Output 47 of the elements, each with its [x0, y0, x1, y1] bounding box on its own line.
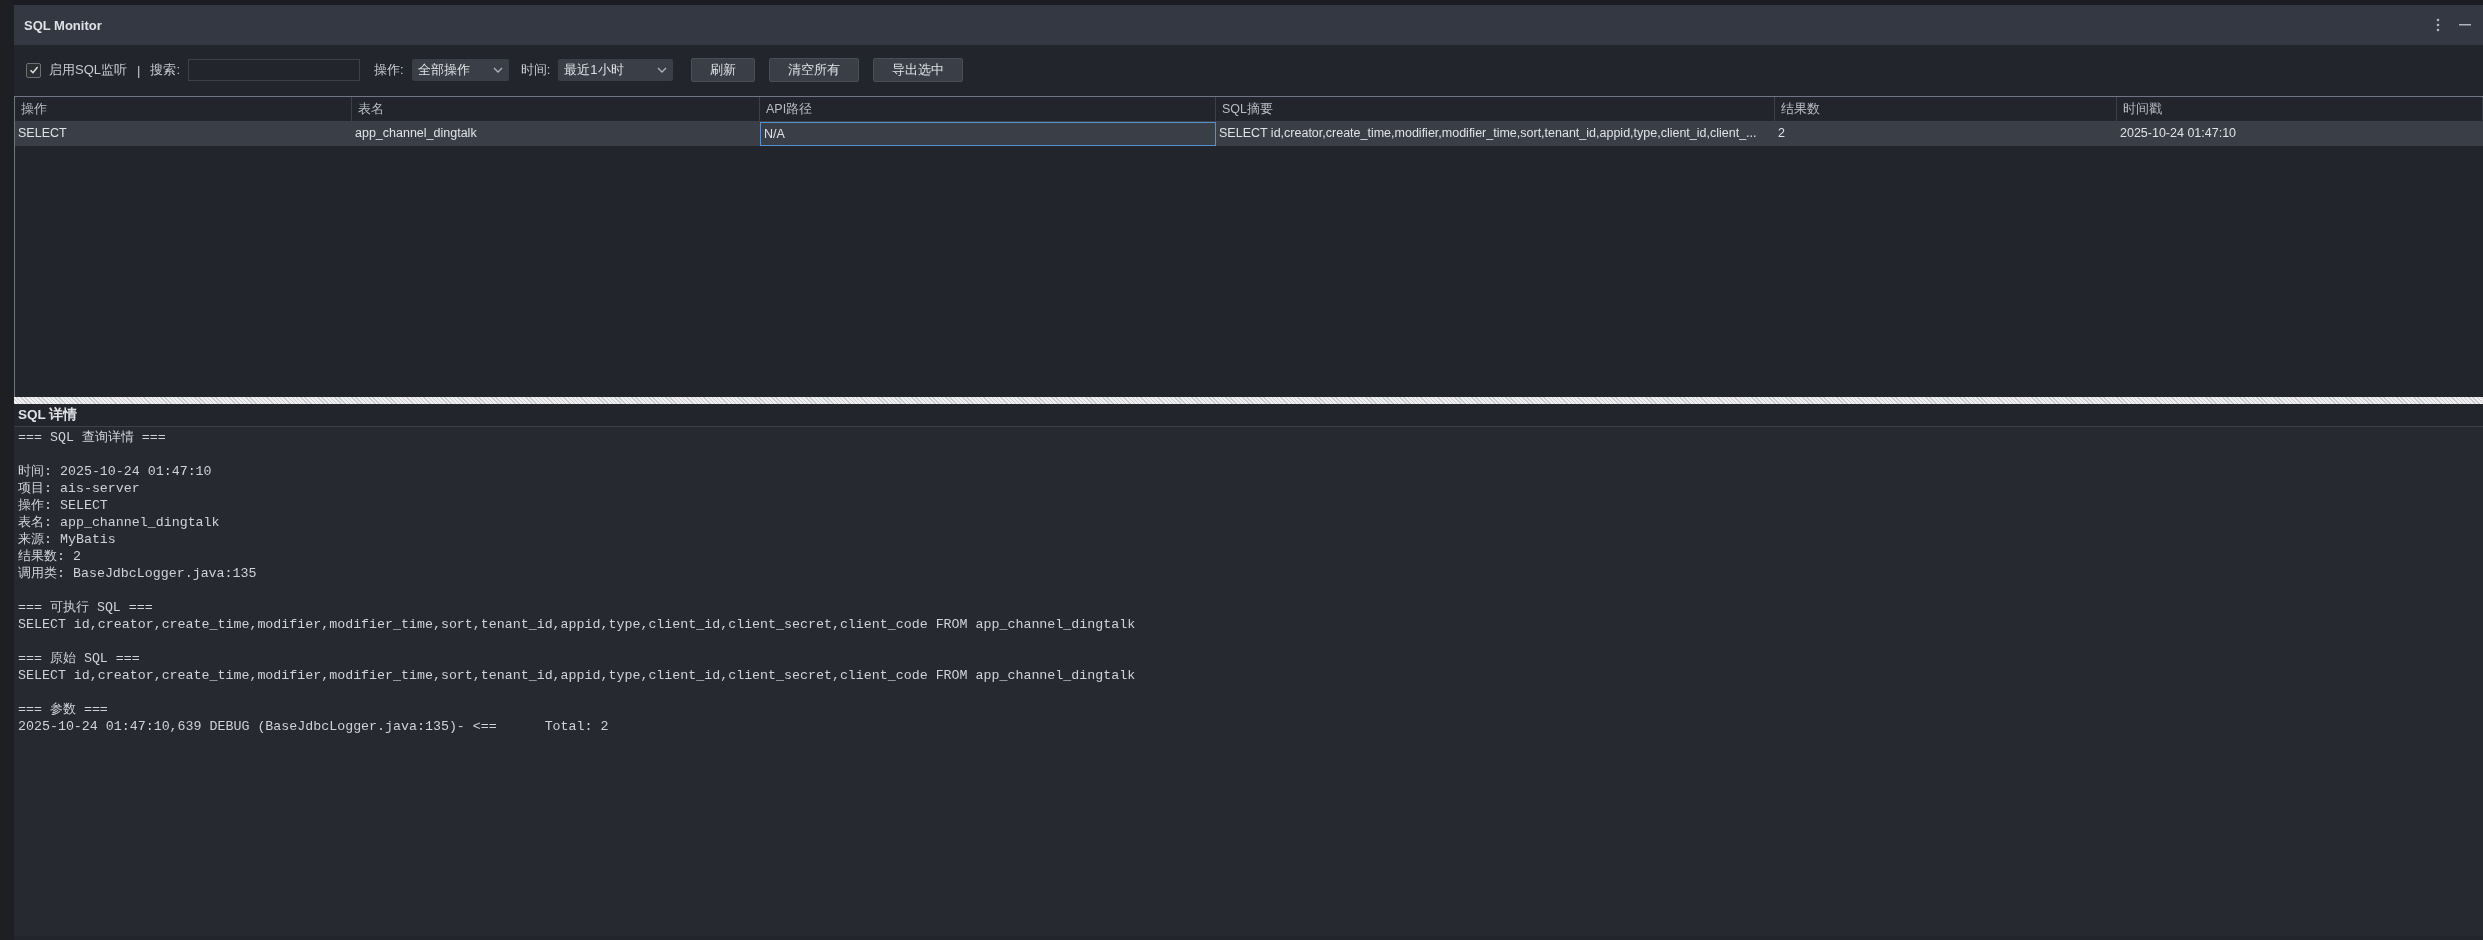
details-line: 2025-10-24 01:47:10,639 DEBUG (BaseJdbcLogger.java:135)- <== Total: 2 — [18, 718, 610, 735]
details-line: SELECT id,creator,create_time,modifier,modifier_time,sort,tenant_id,appid,type,client_id,client_secret,client_code FROM app_channel_dingtalk — [18, 667, 1137, 684]
details-line: === 参数 === — [18, 701, 109, 718]
table-cell-text: app_channel_dingtalk — [354, 125, 478, 142]
toolbar-button[interactable]: 清空所有 — [769, 58, 860, 82]
column-header[interactable]: API路径 — [760, 97, 1216, 121]
monitor-label: 启用SQL监听 — [49, 61, 127, 79]
column-header[interactable]: 操作 — [15, 97, 352, 121]
monitor-checkbox[interactable] — [26, 62, 41, 78]
splitter-handle[interactable] — [14, 397, 2483, 404]
details-line: 表名: app_channel_dingtalk — [18, 514, 221, 531]
details-line: 操作: SELECT — [18, 497, 109, 514]
details-title: SQL 详情 — [18, 406, 78, 424]
table-cell: N/A — [760, 122, 1216, 146]
details-line: 来源: MyBatis — [18, 531, 117, 548]
caret-icon — [492, 67, 503, 73]
details-line: === SQL 查询详情 === — [18, 429, 167, 446]
checkmark-icon — [28, 65, 39, 75]
column-header[interactable]: 表名 — [352, 97, 760, 121]
column-header[interactable]: SQL摘要 — [1216, 97, 1775, 121]
details-line: 调用类: BaseJdbcLogger.java:135 — [18, 565, 258, 582]
toolbar-button[interactable]: 刷新 — [691, 58, 756, 82]
search-label: 搜索: — [150, 61, 181, 79]
operation-label: 操作: — [374, 61, 404, 79]
time-dropdown[interactable]: 最近1小时 — [558, 59, 674, 81]
table-cell-text: 2025-10-24 01:47:10 — [2119, 125, 2238, 142]
minimize-icon[interactable] — [2459, 24, 2471, 26]
separator: | — [137, 62, 141, 78]
toolbar-button[interactable]: 导出选中 — [873, 58, 964, 82]
search-field[interactable] — [188, 59, 361, 81]
time-label: 时间: — [520, 61, 551, 79]
more-options-icon[interactable] — [2435, 18, 2441, 32]
column-header[interactable]: 结果数 — [1775, 97, 2117, 121]
details-line: 结果数: 2 — [18, 548, 82, 565]
operation-dropdown[interactable]: 全部操作 — [411, 59, 509, 81]
table-cell-text: SELECT — [17, 125, 68, 142]
table-cell-text: 2 — [1777, 125, 1786, 142]
details-line: SELECT id,creator,create_time,modifier,modifier_time,sort,tenant_id,appid,type,client_id,client_secret,client_code FROM app_channel_dingtalk — [18, 616, 1137, 633]
caret-icon — [657, 67, 668, 73]
details-line: 时间: 2025-10-24 01:47:10 — [18, 463, 213, 480]
window-title: SQL Monitor — [24, 17, 103, 33]
details-line: 项目: ais-server — [18, 480, 141, 497]
column-header[interactable]: 时间戳 — [2117, 97, 2483, 121]
table-cell-text: SELECT id,creator,create_time,modifier,modifier_time,sort,tenant_id,appid,type,client_id,client_... — [1218, 125, 1758, 142]
details-line: === 可执行 SQL === — [18, 599, 154, 616]
table-row[interactable]: SELECT app_channel_dingtalk N/A SELECT id,creator,create_time,modifier,modifier_time,sort,tenant_id,appid,type,client_id,client_... 2 2025-10-24 01:47:10 — [15, 122, 2483, 146]
details-line: === 原始 SQL === — [18, 650, 141, 667]
